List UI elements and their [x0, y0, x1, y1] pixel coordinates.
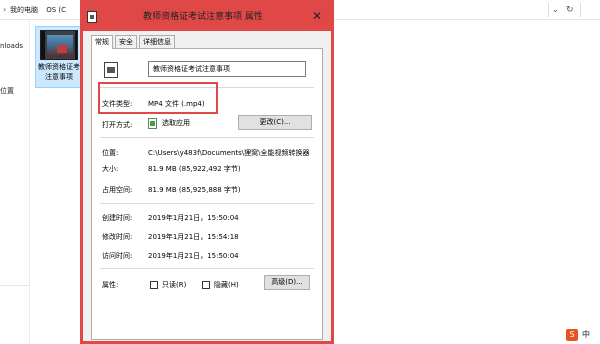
- file-label-line1: 教师资格证考: [38, 63, 80, 71]
- file-label: 教师资格证考 注意事项: [36, 62, 82, 82]
- dialog-titlebar[interactable]: 教师资格证考试注意事项 属性 ✕: [83, 3, 331, 31]
- size-label: 大小:: [102, 165, 119, 173]
- file-label-line2: 注意事项: [45, 73, 73, 81]
- open-with-label: 打开方式:: [102, 121, 133, 129]
- location-label: 位置:: [102, 149, 119, 157]
- file-name-field[interactable]: 教师资格证考试注意事项: [148, 61, 306, 77]
- navigation-pane: nloads 位置: [0, 20, 30, 344]
- divider: [100, 203, 314, 204]
- system-tray: S 中: [566, 326, 600, 344]
- choose-app-icon: [148, 118, 157, 129]
- size-value: 81.9 MB (85,922,492 字节): [148, 165, 241, 173]
- open-with-value: 选取应用: [162, 119, 190, 127]
- hidden-checkbox[interactable]: [202, 281, 210, 289]
- tab-security[interactable]: 安全: [115, 35, 137, 48]
- advanced-button[interactable]: 高级(D)...: [264, 275, 310, 290]
- readonly-label[interactable]: 只读(R): [162, 280, 186, 290]
- chevron-down-icon[interactable]: ⌄: [552, 3, 559, 17]
- accessed-label: 访问时间:: [102, 252, 133, 260]
- search-box[interactable]: [580, 3, 598, 17]
- disk-size-label: 占用空间:: [102, 186, 133, 194]
- properties-dialog: 教师资格证考试注意事项 属性 ✕ 常规 安全 详细信息 教师资格证考试注意事项 …: [80, 0, 334, 344]
- general-tab-panel: 教师资格证考试注意事项 文件类型: MP4 文件 (.mp4) 打开方式: 选取…: [91, 48, 323, 340]
- modified-value: 2019年1月21日，15:54:18: [148, 233, 239, 241]
- divider: [100, 137, 314, 138]
- tab-details[interactable]: 详细信息: [139, 35, 175, 48]
- change-button[interactable]: 更改(C)...: [238, 115, 312, 130]
- video-file-icon: [104, 62, 118, 78]
- ime-logo-icon[interactable]: S: [566, 329, 578, 341]
- sidebar-divider: [0, 285, 30, 286]
- refresh-icon[interactable]: ↻: [566, 3, 574, 17]
- file-icon: [87, 11, 97, 23]
- sidebar-item-location[interactable]: 位置: [0, 86, 14, 96]
- sidebar-item-downloads[interactable]: nloads: [0, 42, 23, 50]
- close-icon[interactable]: ✕: [309, 8, 325, 24]
- dialog-title: 教师资格证考试注意事项 属性: [143, 12, 263, 22]
- selected-file-tile[interactable]: 教师资格证考 注意事项: [35, 26, 81, 88]
- disk-size-value: 81.9 MB (85,925,888 字节): [148, 186, 241, 194]
- tab-general[interactable]: 常规: [91, 35, 113, 49]
- readonly-checkbox[interactable]: [150, 281, 158, 289]
- tab-strip: 常规 安全 详细信息: [91, 35, 323, 49]
- ime-language-indicator[interactable]: 中: [582, 329, 590, 341]
- video-thumbnail: [40, 30, 78, 60]
- divider: [100, 268, 314, 269]
- hidden-label[interactable]: 隐藏(H): [214, 280, 239, 290]
- modified-label: 修改时间:: [102, 233, 133, 241]
- highlight-box: [98, 82, 218, 114]
- location-value: C:\Users\y483f\Documents\狸窝\全能视频转换器: [148, 149, 310, 157]
- created-value: 2019年1月21日，15:50:04: [148, 214, 239, 222]
- accessed-value: 2019年1月21日，15:50:04: [148, 252, 239, 260]
- address-controls: ⌄ ↻: [548, 3, 598, 17]
- breadcrumb-drive[interactable]: OS (C: [46, 6, 66, 14]
- breadcrumb[interactable]: 我的电脑 OS (C: [10, 4, 72, 16]
- attributes-label: 属性:: [102, 281, 119, 289]
- breadcrumb-this-pc[interactable]: 我的电脑: [10, 6, 38, 14]
- created-label: 创建时间:: [102, 214, 133, 222]
